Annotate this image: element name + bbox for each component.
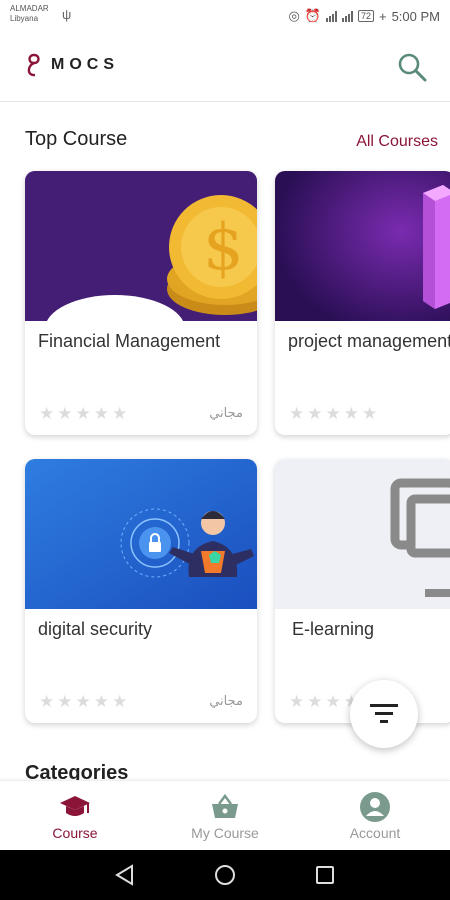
star-icon: ★ [75,692,91,711]
usb-icon: ψ [62,7,72,22]
star-icon: ★ [93,404,109,423]
home-icon[interactable] [214,864,236,886]
battery-icon: 72 [357,10,374,22]
course-card[interactable]: $ Financial Management ★ ★ ★ ★ ★ مجاني [25,171,257,435]
star-icon: ★ [112,404,128,423]
star-icon: ★ [289,692,305,711]
account-icon [360,792,390,822]
course-image-finance: $ [25,171,257,321]
carrier-name-2: Libyana [10,14,39,23]
star-icon: ★ [325,404,341,423]
clock: 5:00 PM [391,8,440,24]
carrier-name: ALMADAR [10,4,49,13]
star-icon: ★ [307,404,323,423]
recents-icon[interactable] [315,865,335,885]
back-icon[interactable] [114,864,136,886]
status-bar: ALMADAR Libyana ψ ◎ ⏰ 72 + 5:00 PM [0,0,450,34]
course-title: E-learning [292,619,375,639]
system-navigation-bar [0,850,450,900]
filter-button[interactable] [350,680,418,748]
rating-stars: ★★★★★ [39,692,127,712]
course-title: project management [288,331,450,351]
nav-item-my-course[interactable]: My Course [150,781,300,851]
star-icon: ★ [362,404,378,423]
search-icon [398,53,427,82]
course-image-security [25,459,257,609]
nav-label: My Course [191,825,259,841]
bottom-navigation: Course My Course Account [0,780,450,850]
mocs-logo-icon [27,53,40,77]
star-icon: ★ [57,404,73,423]
star-icon: ★ [93,692,109,711]
app-logo[interactable]: MOCS [25,52,119,78]
course-price: مجاني [209,405,243,420]
course-price: مجاني [209,693,243,708]
status-icons: ◎ ⏰ 72 + 5:00 PM [288,8,440,24]
star-icon: ★ [57,692,73,711]
section-title-top-course: Top Course [25,128,128,150]
star-icon: ★ [39,692,55,711]
rating-stars: ★★★★★ [289,404,377,424]
course-title: Financial Management [38,331,221,351]
star-icon: ★ [112,692,128,711]
carrier-info: ALMADAR Libyana [10,4,49,24]
star-icon: ★ [75,404,91,423]
nav-item-course[interactable]: Course [0,781,150,851]
logo-text: MOCS [51,56,119,73]
star-icon: ★ [325,692,341,711]
rating-stars: ★★★★★ [39,404,127,424]
star-icon: ★ [307,692,323,711]
app-header: MOCS [0,34,450,102]
charging-indicator: + [378,8,387,24]
svg-text:$: $ [203,211,244,285]
course-card[interactable]: project management ★ ★ ★ ★ ★ [275,171,450,435]
star-icon: ★ [343,404,359,423]
course-title: digital security [38,619,153,639]
star-icon: ★ [289,404,305,423]
nav-item-account[interactable]: Account [300,781,450,851]
basket-icon [212,793,238,818]
course-card[interactable]: E-learning ★★★★★ [275,459,450,723]
signal-icon-2 [341,10,353,22]
filter-icon [370,704,398,723]
course-image-elearning [275,459,450,609]
hotspot-icon: ◎ [288,8,300,23]
graduation-cap-icon [60,796,90,816]
alarm-icon: ⏰ [304,8,321,23]
nav-label: Account [349,825,401,841]
search-button[interactable] [394,49,430,85]
signal-icon [325,10,337,22]
all-courses-link[interactable]: All Courses [356,133,438,151]
course-card[interactable]: digital security ★ ★ ★ ★ ★ مجاني [25,459,257,723]
nav-label: Course [52,825,98,841]
star-icon: ★ [39,404,55,423]
course-image-project [275,171,450,321]
